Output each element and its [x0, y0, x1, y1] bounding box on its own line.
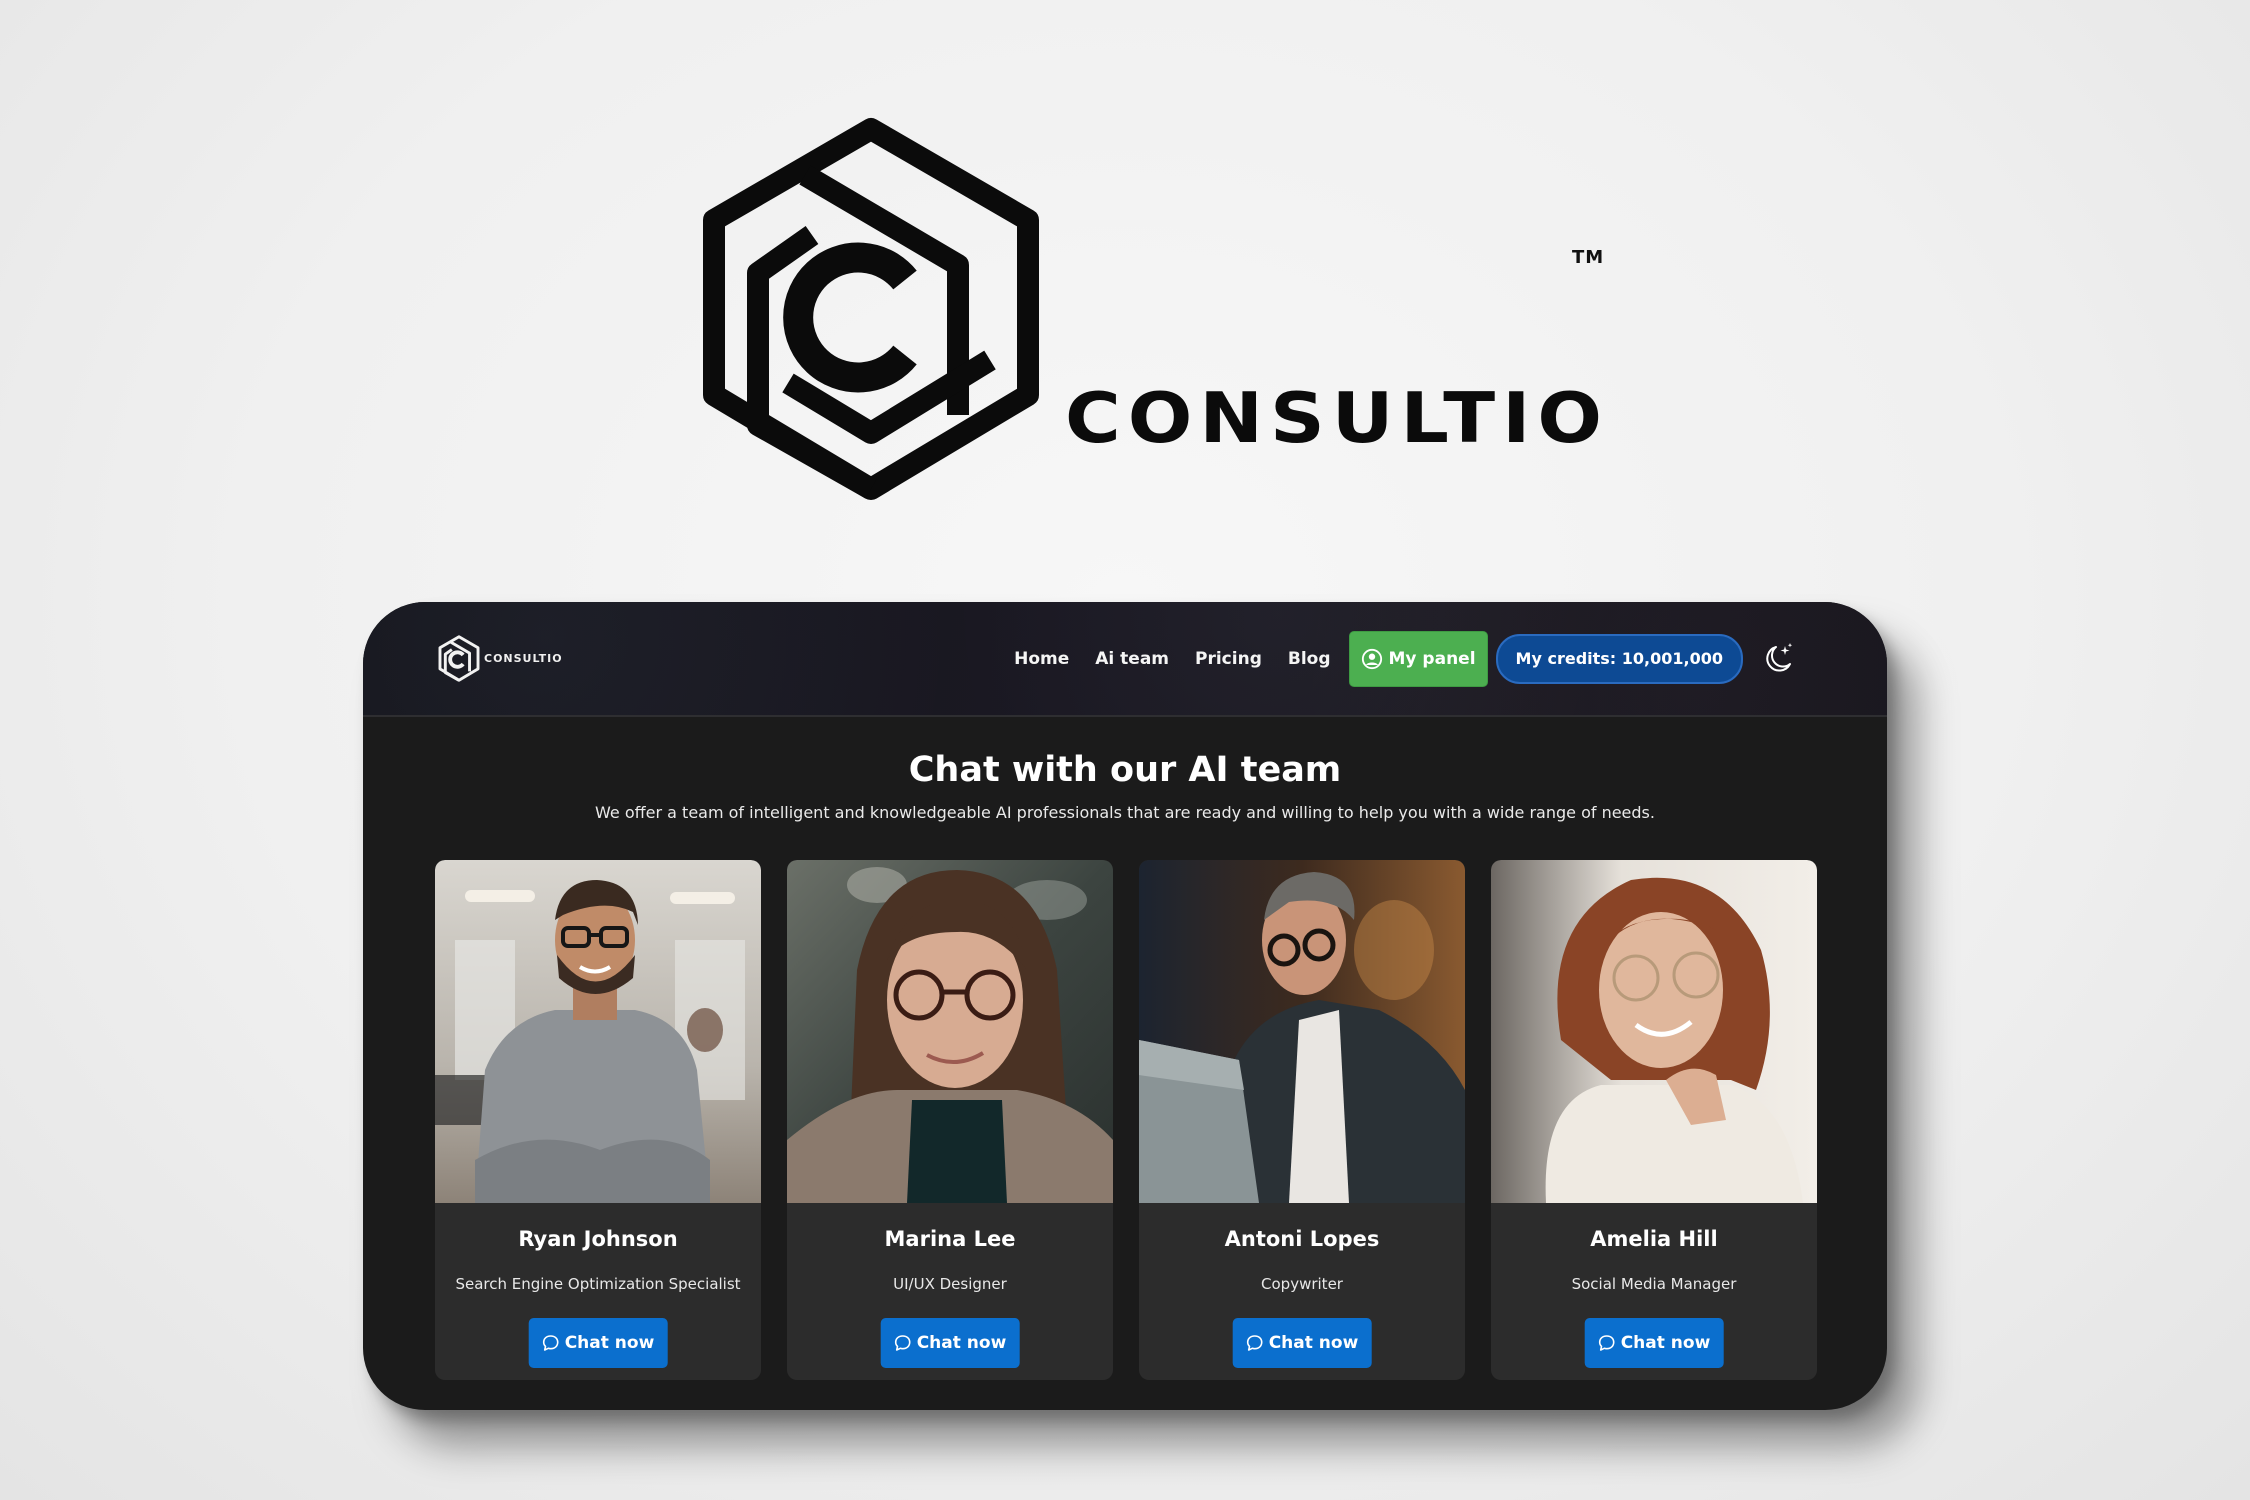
my-panel-button[interactable]: My panel [1348, 630, 1488, 687]
chat-bubble-icon [542, 1335, 559, 1351]
team-card: Antoni Lopes Copywriter Chat now [1139, 860, 1465, 1380]
member-role: Social Media Manager [1571, 1275, 1737, 1293]
brand-logo: CONSULTIO TM [700, 115, 1603, 505]
chat-now-button[interactable]: Chat now [1584, 1318, 1724, 1368]
team-grid: Ryan Johnson Search Engine Optimization … [435, 860, 1817, 1380]
user-circle-icon [1361, 648, 1382, 669]
nav-blog[interactable]: Blog [1288, 649, 1331, 669]
team-card: Marina Lee UI/UX Designer Chat now [787, 860, 1113, 1380]
page-subtitle: We offer a team of intelligent and knowl… [595, 803, 1655, 822]
nav-ai-team[interactable]: Ai team [1095, 649, 1169, 669]
member-role: Copywriter [1261, 1275, 1343, 1293]
member-role: Search Engine Optimization Specialist [455, 1275, 741, 1293]
consultio-hex-logo-icon [703, 118, 1039, 500]
chat-now-button[interactable]: Chat now [528, 1318, 668, 1368]
member-name: Amelia Hill [1590, 1227, 1718, 1251]
team-card: Amelia Hill Social Media Manager Chat no… [1491, 860, 1817, 1380]
main-nav: Home Ai team Pricing Blog My panel My cr… [1014, 602, 1887, 715]
moon-stars-icon[interactable] [1761, 642, 1795, 676]
member-name: Antoni Lopes [1224, 1227, 1380, 1251]
chat-now-label: Chat now [1620, 1333, 1711, 1353]
chat-now-button[interactable]: Chat now [880, 1318, 1020, 1368]
member-name: Ryan Johnson [518, 1227, 678, 1251]
brand-wordmark: CONSULTIO [1065, 376, 1610, 459]
chat-now-label: Chat now [916, 1333, 1007, 1353]
header-logo-text: CONSULTIO [484, 652, 563, 665]
app-window: CONSULTIO Home Ai team Pricing Blog My p… [363, 602, 1887, 1410]
team-card: Ryan Johnson Search Engine Optimization … [435, 860, 761, 1380]
page-title: Chat with our AI team [908, 750, 1342, 790]
chat-bubble-icon [1598, 1335, 1615, 1351]
avatar-photo [435, 860, 761, 1203]
nav-pricing[interactable]: Pricing [1195, 649, 1262, 669]
chat-bubble-icon [1246, 1335, 1263, 1351]
consultio-logo-icon [438, 635, 480, 682]
member-name: Marina Lee [884, 1227, 1016, 1251]
nav-home[interactable]: Home [1014, 649, 1069, 669]
avatar-photo [1139, 860, 1465, 1203]
chat-now-label: Chat now [564, 1333, 655, 1353]
my-panel-label: My panel [1388, 648, 1476, 669]
avatar-photo [787, 860, 1113, 1203]
header-logo[interactable]: CONSULTIO [438, 635, 563, 682]
my-credits-button[interactable]: My credits: 10,001,000 [1495, 633, 1743, 684]
member-role: UI/UX Designer [893, 1275, 1007, 1293]
top-navbar: CONSULTIO Home Ai team Pricing Blog My p… [363, 602, 1887, 717]
trademark-symbol: TM [1572, 247, 1605, 268]
chat-now-label: Chat now [1268, 1333, 1359, 1353]
chat-bubble-icon [894, 1335, 911, 1351]
chat-now-button[interactable]: Chat now [1232, 1318, 1372, 1368]
avatar-photo [1491, 860, 1817, 1203]
